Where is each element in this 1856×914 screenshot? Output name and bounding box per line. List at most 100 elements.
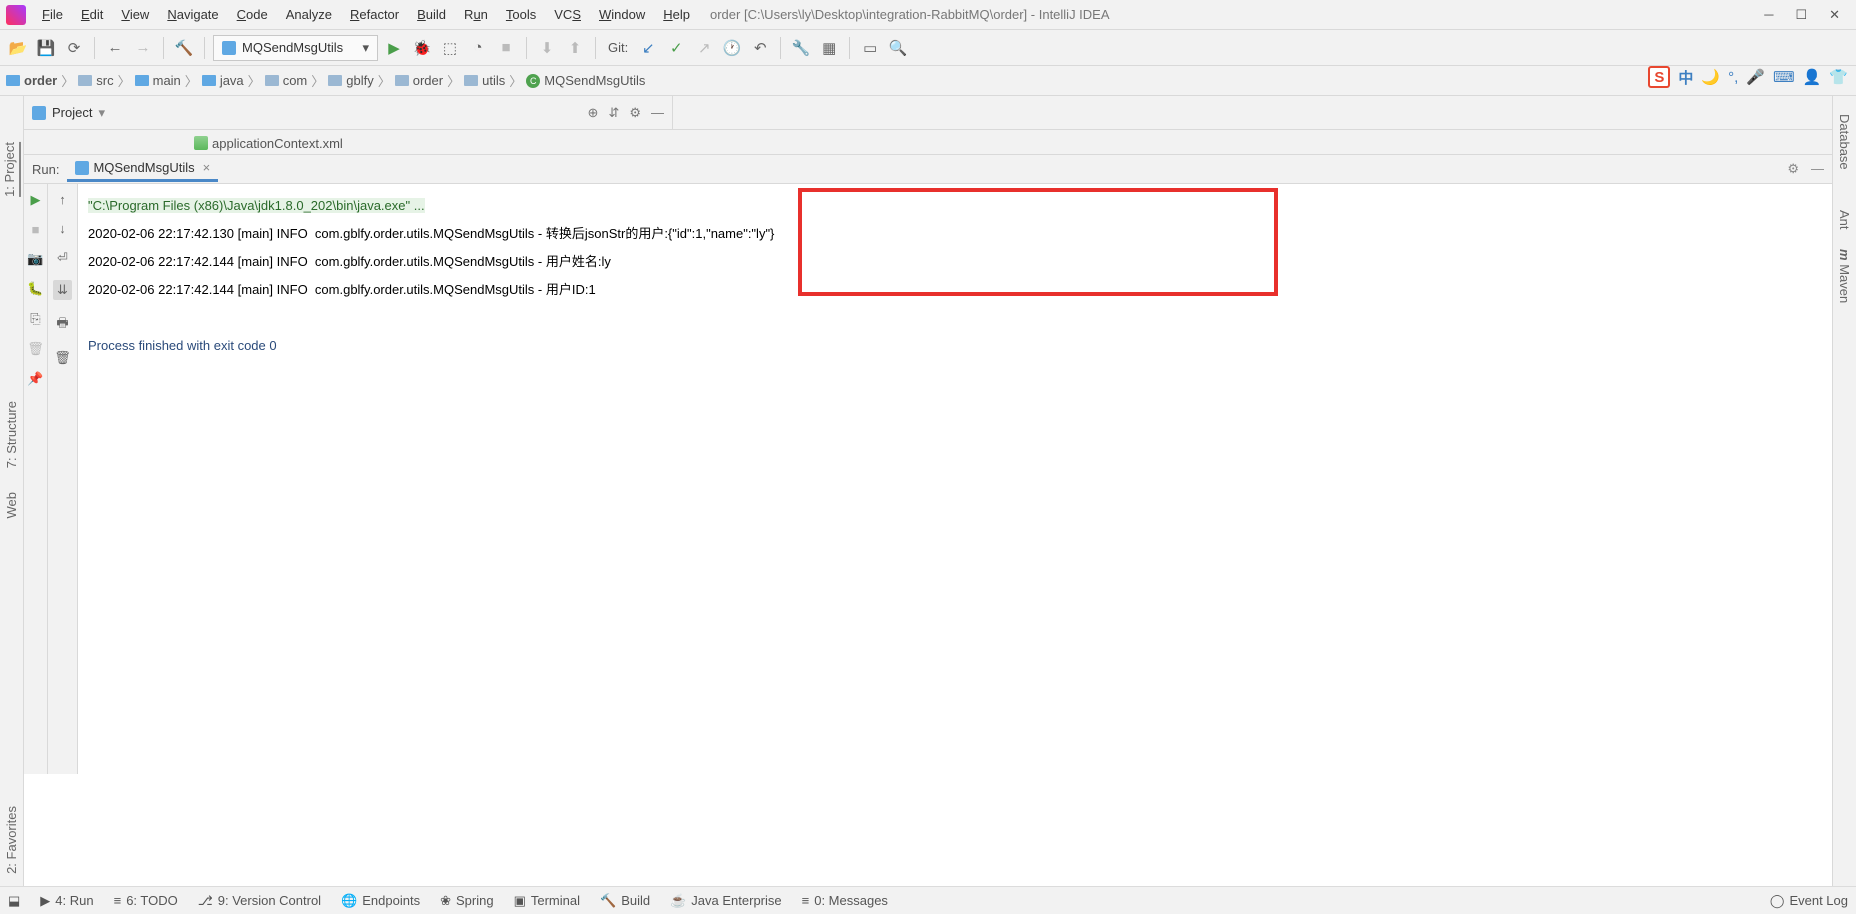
- debug-icon[interactable]: 🐞: [410, 36, 434, 60]
- menu-tools[interactable]: Tools: [498, 4, 544, 25]
- exit-icon[interactable]: ⎘: [30, 311, 40, 327]
- git-push-icon[interactable]: ↗: [692, 36, 716, 60]
- sync-icon[interactable]: ⟳: [62, 36, 86, 60]
- save-icon[interactable]: 💾: [34, 36, 58, 60]
- git-revert-icon[interactable]: ↶: [748, 36, 772, 60]
- console-actions-gutter: ↑ ↓ ⏎ ⇊ 🖶 🗑: [48, 184, 78, 774]
- tool-ant[interactable]: Ant: [1837, 210, 1852, 230]
- status-expand-icon[interactable]: ⬓: [8, 893, 20, 909]
- tool-structure[interactable]: 7: Structure: [4, 401, 19, 468]
- status-je[interactable]: ☕ Java Enterprise: [670, 893, 782, 909]
- print-icon[interactable]: 🖶: [56, 314, 68, 336]
- ime-skin-icon[interactable]: 👕: [1829, 68, 1848, 86]
- menu-edit[interactable]: Edit: [73, 4, 111, 25]
- tool-project[interactable]: 1: Project: [2, 142, 21, 197]
- scroll-icon[interactable]: ⇊: [53, 280, 72, 300]
- status-messages[interactable]: ≡ 0: Messages: [802, 893, 888, 908]
- menu-navigate[interactable]: Navigate: [159, 4, 226, 25]
- chevron-down-icon[interactable]: ▾: [98, 105, 105, 121]
- git-commit-icon[interactable]: ✓: [664, 36, 688, 60]
- minimize-button[interactable]: ─: [1764, 7, 1773, 23]
- status-vc[interactable]: ⎇ 9: Version Control: [198, 893, 321, 909]
- hide-icon[interactable]: —: [651, 105, 664, 121]
- settings-icon[interactable]: 🔧: [789, 36, 813, 60]
- up-icon[interactable]: ↑: [59, 192, 66, 207]
- bc-class[interactable]: CMQSendMsgUtils: [526, 73, 645, 88]
- gear-icon[interactable]: ⚙: [629, 105, 641, 121]
- ime-mic-icon[interactable]: 🎤: [1746, 68, 1765, 86]
- project-tool-header: Project ▾ ⊕ ⇵ ⚙ —: [24, 96, 672, 130]
- ime-kbd-icon[interactable]: ⌨: [1773, 68, 1795, 86]
- status-eventlog[interactable]: ◯ Event Log: [1770, 893, 1848, 909]
- menu-file[interactable]: FFileile: [34, 4, 71, 25]
- menu-help[interactable]: Help: [655, 4, 698, 25]
- wrap-icon[interactable]: ⏎: [57, 250, 68, 266]
- pin-icon[interactable]: 📌: [27, 371, 43, 387]
- dump-icon[interactable]: 📷: [27, 251, 43, 267]
- gear-icon[interactable]: ⚙: [1787, 161, 1799, 177]
- menu-view[interactable]: View: [113, 4, 157, 25]
- open-icon[interactable]: 📂: [6, 36, 30, 60]
- ime-moon-icon[interactable]: 🌙: [1701, 68, 1720, 86]
- run-config-select[interactable]: MQSendMsgUtils ▾: [213, 35, 378, 61]
- run-tab[interactable]: MQSendMsgUtils ×: [67, 156, 218, 182]
- hide-icon[interactable]: —: [1811, 161, 1824, 177]
- clear-icon[interactable]: 🗑: [54, 350, 71, 366]
- run-anything-icon[interactable]: ▭: [858, 36, 882, 60]
- search-icon[interactable]: 🔍: [886, 36, 910, 60]
- vcs-update-icon[interactable]: ⬇: [535, 36, 559, 60]
- menu-refactor[interactable]: Refactor: [342, 4, 407, 25]
- status-spring[interactable]: ❀ Spring: [440, 893, 493, 909]
- bc-java[interactable]: java: [202, 73, 244, 88]
- collapse-icon[interactable]: ⇵: [608, 105, 619, 121]
- bc-com[interactable]: com: [265, 73, 308, 88]
- bc-utils[interactable]: utils: [464, 73, 505, 88]
- bc-gblfy[interactable]: gblfy: [328, 73, 373, 88]
- tool-database[interactable]: Database: [1837, 114, 1852, 170]
- tool-favorites[interactable]: 2: Favorites: [4, 806, 19, 874]
- bc-order[interactable]: order: [6, 73, 57, 88]
- menu-vcs[interactable]: VCS: [546, 4, 589, 25]
- profile-icon[interactable]: ◔: [466, 36, 490, 60]
- status-todo[interactable]: ≡ 6: TODO: [114, 893, 178, 908]
- sogou-icon[interactable]: S: [1648, 66, 1670, 88]
- vcs-commit-icon[interactable]: ⬆: [563, 36, 587, 60]
- tool-maven[interactable]: m Maven: [1837, 249, 1852, 303]
- trash-icon[interactable]: 🗑: [27, 341, 44, 357]
- git-pull-icon[interactable]: ↙: [636, 36, 660, 60]
- open-file-tab[interactable]: applicationContext.xml: [194, 130, 343, 156]
- ime-user-icon[interactable]: 👤: [1803, 68, 1822, 86]
- bc-order2[interactable]: order: [395, 73, 443, 88]
- locate-icon[interactable]: ⊕: [588, 105, 599, 121]
- coverage-icon[interactable]: ⬚: [438, 36, 462, 60]
- menu-run[interactable]: Run: [456, 4, 496, 25]
- status-build[interactable]: 🔨 Build: [600, 893, 650, 909]
- status-run[interactable]: ▶ 4: Run: [40, 893, 93, 909]
- layout-icon[interactable]: 🐛: [27, 281, 43, 297]
- menu-analyze[interactable]: Analyze: [278, 4, 340, 25]
- build-icon[interactable]: 🔨: [172, 36, 196, 60]
- bc-main[interactable]: main: [135, 73, 181, 88]
- maximize-button[interactable]: ☐: [1795, 7, 1807, 23]
- ime-punct-icon[interactable]: °,: [1728, 69, 1738, 86]
- status-terminal[interactable]: ▣ Terminal: [514, 893, 580, 909]
- rerun-icon[interactable]: ▶: [31, 192, 41, 208]
- close-tab-icon[interactable]: ×: [203, 160, 211, 175]
- back-icon[interactable]: ←: [103, 36, 127, 60]
- ime-lang[interactable]: 中: [1678, 67, 1693, 88]
- stop-icon[interactable]: ■: [32, 222, 40, 237]
- tool-web[interactable]: Web: [4, 492, 19, 519]
- project-structure-icon[interactable]: ▦: [817, 36, 841, 60]
- down-icon[interactable]: ↓: [59, 221, 66, 236]
- git-history-icon[interactable]: 🕐: [720, 36, 744, 60]
- run-icon[interactable]: ▶: [382, 36, 406, 60]
- menu-window[interactable]: Window: [591, 4, 653, 25]
- bc-src[interactable]: src: [78, 73, 113, 88]
- forward-icon[interactable]: →: [131, 36, 155, 60]
- console-output[interactable]: "C:\Program Files (x86)\Java\jdk1.8.0_20…: [78, 184, 1832, 774]
- status-endpoints[interactable]: 🌐 Endpoints: [341, 893, 420, 909]
- close-button[interactable]: ✕: [1829, 7, 1840, 23]
- menu-code[interactable]: Code: [229, 4, 276, 25]
- menu-build[interactable]: Build: [409, 4, 454, 25]
- stop-icon[interactable]: ■: [494, 36, 518, 60]
